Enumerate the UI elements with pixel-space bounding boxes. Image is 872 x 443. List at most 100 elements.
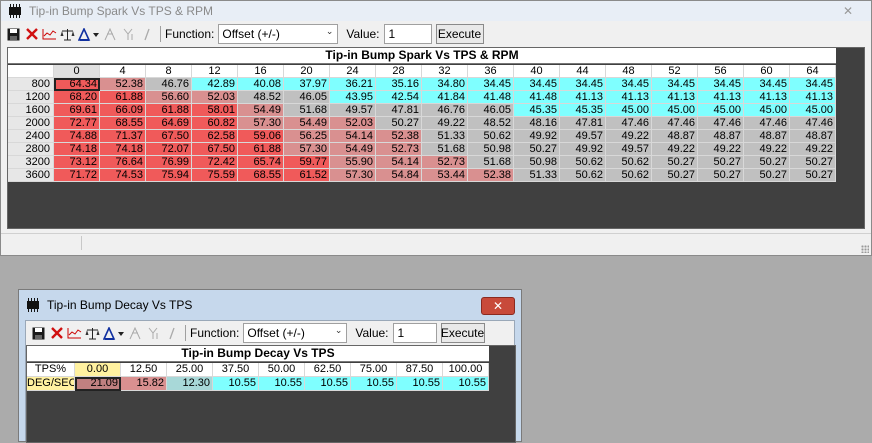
table-cell[interactable]: 41.13 [744, 91, 790, 104]
table-cell[interactable]: 71.72 [54, 169, 100, 182]
table-cell[interactable]: 49.57 [606, 143, 652, 156]
table-cell[interactable]: 50.98 [514, 156, 560, 169]
title-bar[interactable]: Tip-in Bump Decay Vs TPS ✕ [19, 290, 521, 320]
table-cell[interactable]: 54.49 [238, 104, 284, 117]
table-cell[interactable]: 72.77 [54, 117, 100, 130]
table-cell[interactable]: 55.90 [330, 156, 376, 169]
table-cell[interactable]: 42.54 [376, 91, 422, 104]
table-cell[interactable]: 50.62 [560, 156, 606, 169]
table-cell[interactable]: 10.55 [443, 377, 489, 391]
table-cell[interactable]: 46.05 [468, 104, 514, 117]
table-cell[interactable]: 72.42 [192, 156, 238, 169]
table-cell[interactable]: 73.12 [54, 156, 100, 169]
table-cell[interactable]: 40.08 [238, 78, 284, 91]
table-cell[interactable]: 49.57 [560, 130, 606, 143]
value-input[interactable]: 1 [383, 24, 432, 44]
table-cell[interactable]: 54.84 [376, 169, 422, 182]
table-cell[interactable]: 64.34 [54, 78, 100, 91]
row-header[interactable]: 3600 [8, 169, 54, 182]
table-cell[interactable]: 41.84 [422, 91, 468, 104]
table-cell[interactable]: 50.27 [652, 169, 698, 182]
table-cell[interactable]: 76.99 [146, 156, 192, 169]
table-cell[interactable]: 41.48 [514, 91, 560, 104]
table-cell[interactable]: 45.00 [652, 104, 698, 117]
table-cell[interactable]: 34.80 [422, 78, 468, 91]
table-cell[interactable]: 57.30 [238, 117, 284, 130]
column-header[interactable]: 100.00 [443, 363, 489, 377]
edit-button[interactable] [138, 25, 155, 43]
table-cell[interactable]: 59.77 [284, 156, 330, 169]
column-header[interactable]: 28 [376, 65, 422, 78]
column-header[interactable]: 75.00 [351, 363, 397, 377]
table-cell[interactable]: 60.82 [192, 117, 238, 130]
interpolate-button[interactable] [102, 25, 119, 43]
scale-button[interactable] [84, 324, 101, 342]
table-cell[interactable]: 47.46 [698, 117, 744, 130]
table-cell[interactable]: 50.62 [468, 130, 514, 143]
table-cell[interactable]: 34.45 [698, 78, 744, 91]
delete-button[interactable] [23, 25, 40, 43]
table-cell[interactable]: 75.59 [192, 169, 238, 182]
table-cell[interactable]: 53.44 [422, 169, 468, 182]
table-cell[interactable]: 48.52 [468, 117, 514, 130]
table-cell[interactable]: 50.27 [790, 169, 836, 182]
table-cell[interactable]: 45.00 [606, 104, 652, 117]
interpolate-button[interactable] [127, 324, 144, 342]
table-cell[interactable]: 52.38 [100, 78, 146, 91]
table-cell[interactable]: 65.74 [238, 156, 284, 169]
smooth-button[interactable] [145, 324, 162, 342]
table-cell[interactable]: 52.38 [376, 130, 422, 143]
graph-button[interactable] [41, 25, 58, 43]
table-cell[interactable]: 49.92 [514, 130, 560, 143]
table-cell[interactable]: 49.22 [606, 130, 652, 143]
table-cell[interactable]: 68.55 [100, 117, 146, 130]
table-cell[interactable]: 47.81 [376, 104, 422, 117]
table-cell[interactable]: 49.22 [744, 143, 790, 156]
column-header[interactable]: 48 [606, 65, 652, 78]
table-cell[interactable]: 74.53 [100, 169, 146, 182]
table-cell[interactable]: 76.64 [100, 156, 146, 169]
title-bar[interactable]: Tip-in Bump Spark Vs TPS & RPM ✕ [1, 1, 871, 21]
row-header[interactable]: 2000 [8, 117, 54, 130]
table-cell[interactable]: 48.87 [790, 130, 836, 143]
column-header[interactable]: 0 [54, 65, 100, 78]
table-cell[interactable]: 45.00 [698, 104, 744, 117]
table-cell[interactable]: 74.18 [100, 143, 146, 156]
table-cell[interactable]: 68.20 [54, 91, 100, 104]
row-header[interactable]: 800 [8, 78, 54, 91]
function-select[interactable]: Offset (+/-) ⌄ [243, 323, 348, 343]
column-header[interactable]: 87.50 [397, 363, 443, 377]
table-cell[interactable]: 50.27 [698, 169, 744, 182]
table-cell[interactable]: 47.46 [652, 117, 698, 130]
save-button[interactable] [30, 324, 47, 342]
table-cell[interactable]: 48.87 [652, 130, 698, 143]
table-cell[interactable]: 43.95 [330, 91, 376, 104]
column-header[interactable]: 16 [238, 65, 284, 78]
table-cell[interactable]: 46.76 [146, 78, 192, 91]
table-cell[interactable]: 67.50 [192, 143, 238, 156]
table-cell[interactable]: 51.68 [422, 143, 468, 156]
table-cell[interactable]: 57.30 [330, 169, 376, 182]
table-cell[interactable]: 49.22 [652, 143, 698, 156]
column-header[interactable]: 56 [698, 65, 744, 78]
column-header[interactable]: 25.00 [167, 363, 213, 377]
table-cell[interactable]: 68.55 [238, 169, 284, 182]
table-cell[interactable]: 49.22 [790, 143, 836, 156]
table-cell[interactable]: 61.88 [146, 104, 192, 117]
column-header[interactable]: 64 [790, 65, 836, 78]
table-cell[interactable]: 34.45 [652, 78, 698, 91]
table-cell[interactable]: 56.25 [284, 130, 330, 143]
table-cell[interactable]: 48.87 [744, 130, 790, 143]
table-cell[interactable]: 71.37 [100, 130, 146, 143]
table-cell[interactable]: 49.22 [422, 117, 468, 130]
table-cell[interactable]: 61.88 [100, 91, 146, 104]
table-cell[interactable]: 51.68 [284, 104, 330, 117]
calibrate-button[interactable] [77, 25, 101, 43]
table-cell[interactable]: 41.13 [652, 91, 698, 104]
table-cell[interactable]: 72.07 [146, 143, 192, 156]
table-cell[interactable]: 41.13 [698, 91, 744, 104]
column-header[interactable]: 44 [560, 65, 606, 78]
column-header[interactable]: 24 [330, 65, 376, 78]
table-cell[interactable]: 54.49 [330, 143, 376, 156]
table-cell[interactable]: 61.88 [238, 143, 284, 156]
